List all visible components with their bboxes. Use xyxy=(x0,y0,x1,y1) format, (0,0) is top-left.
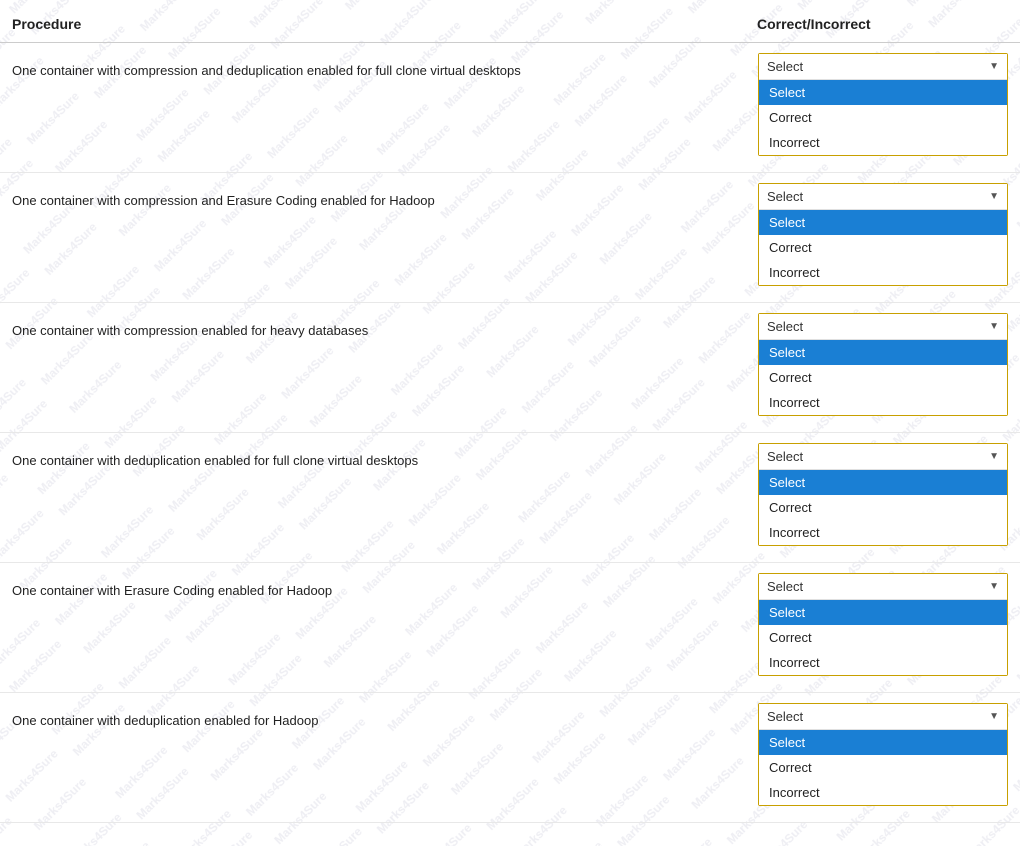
dropdown-header-6[interactable]: Select ▼ xyxy=(759,704,1007,730)
dropdown-5[interactable]: Select▼SelectCorrectIncorrect xyxy=(758,573,1008,676)
main-page: Procedure Correct/Incorrect One containe… xyxy=(0,0,1020,846)
dropdown-option-correct-2[interactable]: Correct xyxy=(759,235,1007,260)
dropdown-options-3: SelectCorrectIncorrect xyxy=(759,340,1007,415)
dropdown-option-incorrect-4[interactable]: Incorrect xyxy=(759,520,1007,545)
dropdown-option-correct-1[interactable]: Correct xyxy=(759,105,1007,130)
dropdown-options-5: SelectCorrectIncorrect xyxy=(759,600,1007,675)
dropdown-2[interactable]: Select▼SelectCorrectIncorrect xyxy=(758,183,1008,286)
dropdown-selected-text-3: Select xyxy=(767,319,803,334)
table-row: One container with deduplication enabled… xyxy=(0,433,1020,563)
table-row: One container with deduplication enabled… xyxy=(0,693,1020,823)
dropdown-header-4[interactable]: Select ▼ xyxy=(759,444,1007,470)
procedure-text-2: One container with compression and Erasu… xyxy=(12,183,750,211)
procedure-text-1: One container with compression and dedup… xyxy=(12,53,750,81)
dropdown-options-1: SelectCorrectIncorrect xyxy=(759,80,1007,155)
dropdown-1[interactable]: Select▼SelectCorrectIncorrect xyxy=(758,53,1008,156)
dropdown-selected-text-5: Select xyxy=(767,579,803,594)
dropdown-3[interactable]: Select▼SelectCorrectIncorrect xyxy=(758,313,1008,416)
dropdown-option-incorrect-1[interactable]: Incorrect xyxy=(759,130,1007,155)
procedure-text-5: One container with Erasure Coding enable… xyxy=(12,573,750,601)
dropdown-option-correct-3[interactable]: Correct xyxy=(759,365,1007,390)
procedure-text-3: One container with compression enabled f… xyxy=(12,313,750,341)
dropdown-option-select-3[interactable]: Select xyxy=(759,340,1007,365)
dropdown-arrow-icon-4: ▼ xyxy=(989,451,999,462)
table-row: One container with Erasure Coding enable… xyxy=(0,563,1020,693)
dropdown-selected-text-2: Select xyxy=(767,189,803,204)
dropdown-option-select-5[interactable]: Select xyxy=(759,600,1007,625)
procedure-column-header: Procedure xyxy=(12,16,753,32)
dropdown-option-select-6[interactable]: Select xyxy=(759,730,1007,755)
dropdown-option-correct-5[interactable]: Correct xyxy=(759,625,1007,650)
dropdown-option-incorrect-3[interactable]: Incorrect xyxy=(759,390,1007,415)
dropdown-header-1[interactable]: Select ▼ xyxy=(759,54,1007,80)
dropdown-selected-text-6: Select xyxy=(767,709,803,724)
dropdown-option-correct-4[interactable]: Correct xyxy=(759,495,1007,520)
dropdown-arrow-icon-6: ▼ xyxy=(989,711,999,722)
dropdown-arrow-icon-2: ▼ xyxy=(989,191,999,202)
dropdown-option-incorrect-5[interactable]: Incorrect xyxy=(759,650,1007,675)
table-row: One container with compression enabled f… xyxy=(0,303,1020,433)
dropdown-4[interactable]: Select▼SelectCorrectIncorrect xyxy=(758,443,1008,546)
correct-incorrect-column-header: Correct/Incorrect xyxy=(753,16,1008,32)
table-row: One container with compression and dedup… xyxy=(0,43,1020,173)
dropdown-arrow-icon-3: ▼ xyxy=(989,321,999,332)
dropdown-option-correct-6[interactable]: Correct xyxy=(759,755,1007,780)
dropdown-selected-text-1: Select xyxy=(767,59,803,74)
dropdown-arrow-icon-5: ▼ xyxy=(989,581,999,592)
dropdown-options-6: SelectCorrectIncorrect xyxy=(759,730,1007,805)
dropdown-header-2[interactable]: Select ▼ xyxy=(759,184,1007,210)
table-row: One container with compression and Erasu… xyxy=(0,173,1020,303)
dropdown-options-2: SelectCorrectIncorrect xyxy=(759,210,1007,285)
procedure-rows: One container with compression and dedup… xyxy=(0,43,1020,823)
dropdown-6[interactable]: Select▼SelectCorrectIncorrect xyxy=(758,703,1008,806)
dropdown-arrow-icon-1: ▼ xyxy=(989,61,999,72)
dropdown-option-select-4[interactable]: Select xyxy=(759,470,1007,495)
dropdown-option-incorrect-2[interactable]: Incorrect xyxy=(759,260,1007,285)
procedure-text-6: One container with deduplication enabled… xyxy=(12,703,750,731)
procedure-text-4: One container with deduplication enabled… xyxy=(12,443,750,471)
dropdown-option-select-1[interactable]: Select xyxy=(759,80,1007,105)
dropdown-header-5[interactable]: Select ▼ xyxy=(759,574,1007,600)
dropdown-option-incorrect-6[interactable]: Incorrect xyxy=(759,780,1007,805)
dropdown-option-select-2[interactable]: Select xyxy=(759,210,1007,235)
dropdown-options-4: SelectCorrectIncorrect xyxy=(759,470,1007,545)
table-header: Procedure Correct/Incorrect xyxy=(0,10,1020,43)
dropdown-header-3[interactable]: Select ▼ xyxy=(759,314,1007,340)
dropdown-selected-text-4: Select xyxy=(767,449,803,464)
